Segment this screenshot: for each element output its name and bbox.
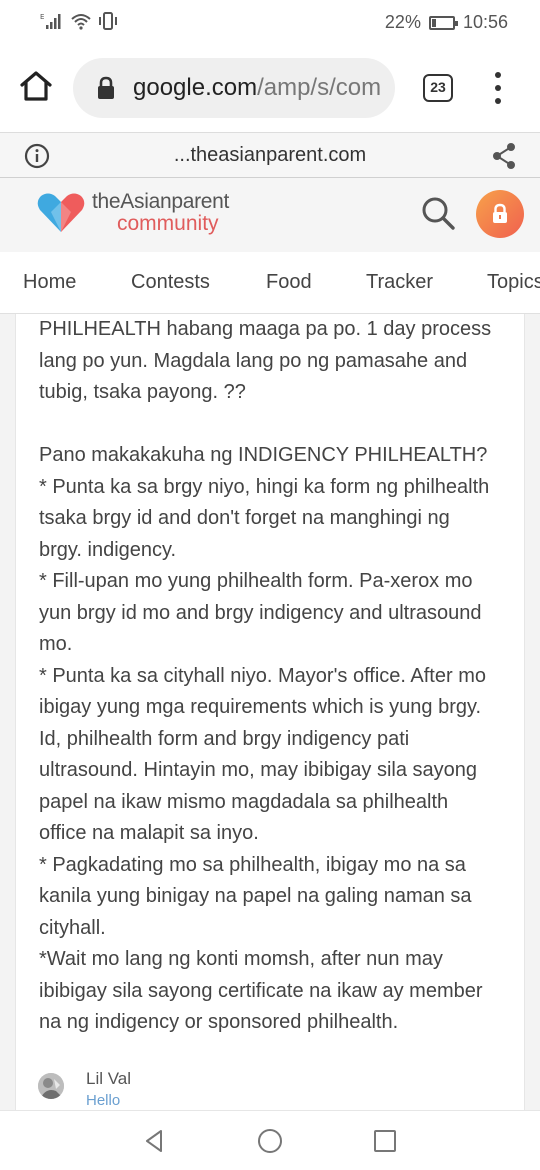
nav-tracker[interactable]: Tracker: [366, 271, 433, 294]
post-line: tubig, tsaka payong. ??: [39, 381, 246, 403]
post-line: * Punta ka sa cityhall niyo. Mayor's off…: [39, 664, 486, 687]
tab-switcher-button[interactable]: 23: [423, 74, 453, 102]
post-line: Id, philhealth form and brgy indigency p…: [39, 727, 410, 750]
home-icon[interactable]: [18, 68, 54, 104]
battery-percent: 22%: [384, 12, 421, 32]
post-line: brgy. indigency.: [39, 538, 177, 561]
post-line: ultrasound. Hintayin mo, may ibibigay si…: [39, 759, 477, 781]
site-nav: Home Contests Food Tracker Topics: [0, 252, 540, 314]
padlock-icon: [493, 203, 507, 223]
post-line: [39, 409, 519, 441]
post-line: lang po yun. Magdala lang po ng pamasahe…: [39, 349, 468, 372]
url-text: google.com/amp/s/com: [133, 74, 381, 102]
post-line: PHILHEALTH habang maaga pa po. 1 day pro…: [39, 318, 492, 340]
post-line: office na malapit sa inyo.: [39, 822, 259, 844]
nav-home[interactable]: Home: [23, 271, 76, 294]
post-line: * Punta ka sa brgy niyo, hingi ka form n…: [39, 475, 490, 498]
logo-brand: theAsianparent: [92, 190, 230, 213]
post-line: Pano makakakuha ng INDIGENCY PHILHEALTH?: [39, 444, 488, 466]
post-line: kanila yung binigay na papel na galing n…: [39, 885, 472, 907]
status-icons-left: E: [40, 12, 118, 30]
post-line: cityhall.: [39, 916, 106, 939]
post-line: * Fill-upan mo yung philhealth form. Pa-…: [39, 570, 473, 592]
post-line: ibibigay sila sayong certificate na ikaw…: [39, 979, 483, 1002]
post-line: * Pagkadating mo sa philhealth, ibigay m…: [39, 853, 466, 876]
logo-text[interactable]: theAsianparent community: [92, 191, 229, 235]
recents-icon[interactable]: [371, 1127, 399, 1155]
battery-level-fill: [431, 18, 437, 27]
back-icon[interactable]: [141, 1127, 169, 1155]
vibrate-icon: [99, 12, 117, 30]
home-circle-icon[interactable]: [256, 1127, 284, 1155]
post-line: tsaka brgy id and don't forget na manghi…: [39, 507, 450, 529]
amp-domain: ...theasianparent.com: [173, 144, 367, 166]
author-subtitle: Hello: [86, 1092, 121, 1109]
logo-community: community: [117, 212, 219, 235]
lock-icon: [98, 76, 114, 99]
site-header: theAsianparent community: [0, 178, 540, 252]
share-icon[interactable]: [491, 142, 517, 170]
status-bar: E 22% 10:56: [0, 0, 540, 44]
post-line: *Wait mo lang ng konti momsh, after nun …: [39, 948, 443, 970]
post-line: na ng indigency or sponsored philhealth.: [39, 1011, 399, 1033]
content-area: PHILHEALTH habang maaga pa po. 1 day pro…: [0, 314, 540, 1110]
network-type-label: E: [40, 13, 44, 21]
amp-header-bar: ...theasianparent.com: [0, 132, 540, 178]
avatar-image: [38, 1073, 64, 1099]
signal-icon: E: [40, 13, 61, 29]
post-line: mo.: [39, 633, 73, 655]
nav-food[interactable]: Food: [266, 271, 312, 294]
login-button[interactable]: [476, 190, 524, 238]
address-bar[interactable]: google.com/amp/s/com: [73, 58, 395, 118]
clock: 10:56: [462, 12, 508, 32]
battery-icon: [428, 15, 458, 30]
wifi-icon: [71, 14, 91, 30]
post-line: papel na ikaw mismo magdadala sa philhea…: [39, 790, 449, 813]
post-line: ibigay yung mga requirements which is yu…: [39, 696, 482, 718]
overflow-menu-icon[interactable]: [488, 72, 508, 104]
answer-card: PHILHEALTH habang maaga pa po. 1 day pro…: [15, 314, 525, 1110]
url-path: /amp/s/com: [257, 74, 382, 101]
url-domain: google.com: [133, 74, 258, 101]
avatar[interactable]: [38, 1073, 64, 1099]
post-body: PHILHEALTH habang maaga pa po. 1 day pro…: [39, 314, 519, 1039]
system-nav-bar: [0, 1110, 540, 1170]
search-icon[interactable]: [420, 195, 456, 231]
nav-contests[interactable]: Contests: [131, 271, 210, 294]
author-name[interactable]: Lil Val: [86, 1069, 131, 1089]
nav-topics[interactable]: Topics: [487, 271, 540, 294]
post-line: yun brgy id mo and brgy indigency and ul…: [39, 601, 482, 624]
status-icons-right: 22% 10:56: [385, 12, 508, 33]
logo-heart-icon[interactable]: [37, 192, 85, 234]
browser-toolbar: google.com/amp/s/com 23: [0, 44, 540, 132]
